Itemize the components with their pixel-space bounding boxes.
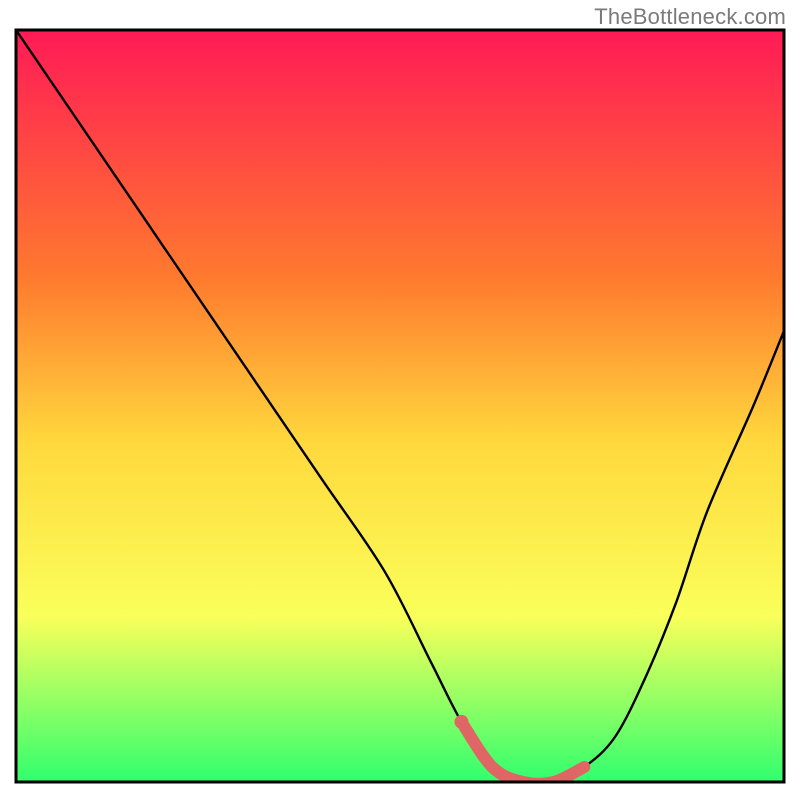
bottleneck-chart: [0, 0, 800, 800]
watermark-text: TheBottleneck.com: [594, 4, 786, 30]
gradient-background: [16, 30, 784, 782]
chart-container: TheBottleneck.com: [0, 0, 800, 800]
highlight-start-dot: [454, 715, 468, 729]
